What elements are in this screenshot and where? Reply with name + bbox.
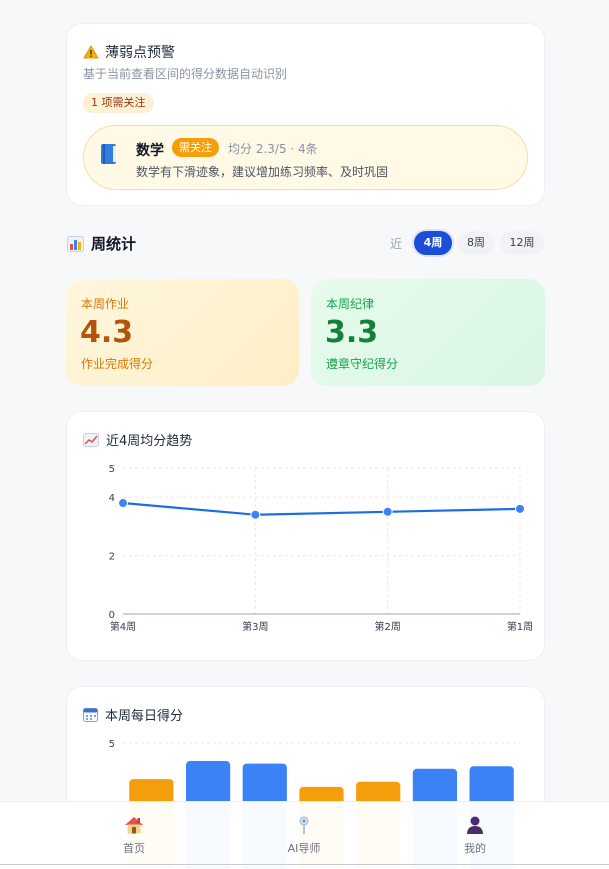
calendar-icon [83,708,98,722]
x-tick-label: 第2周 [374,620,400,633]
daily-chart-title: 本周每日得分 [105,709,184,724]
weak-subject-item[interactable]: 数学 需关注 均分 2.3/5 · 4条 数学有下滑迹象，建议增加练习频率、及时… [83,125,528,190]
nav-home-label: 首页 [123,842,145,855]
data-point [382,506,393,517]
bar-chart-icon [67,235,84,252]
nav-profile[interactable]: 我的 [435,814,515,856]
range-8-weeks-button[interactable]: 8周 [458,231,494,255]
nav-profile-label: 我的 [464,842,486,855]
weak-alert-card: 薄弱点预警 基于当前查看区间的得分数据自动识别 1 项需关注 数学 需关注 均分… [66,23,545,206]
discipline-label: 本周纪律 [326,297,375,311]
attention-tag: 需关注 [172,138,219,157]
homework-stat-card: 本周作业 4.3 作业完成得分 [66,279,299,386]
user-icon [467,816,483,834]
subject-name: 数学 [136,143,164,159]
weekly-stats-header: 周统计 [67,233,136,254]
subject-average: 均分 2.3/5 · 4条 [228,142,318,156]
warning-icon [83,45,99,59]
data-point [250,509,261,520]
trend-chart-icon [83,432,99,447]
y-tick-label: 2 [109,552,115,563]
x-tick-label: 第4周 [110,620,136,633]
range-4-weeks-button[interactable]: 4周 [414,231,452,255]
series-line [122,501,521,516]
y-tick-label: 5 [109,739,115,750]
range-12-weeks-button[interactable]: 12周 [500,231,544,255]
homework-caption: 作业完成得分 [81,357,154,371]
discipline-caption: 遵章守纪得分 [326,357,399,371]
nav-home[interactable]: 首页 [94,814,174,856]
trend-chart-header: 近4周均分趋势 [83,430,192,449]
weekly-stats-title: 周统计 [91,235,137,253]
weak-alert-title: 薄弱点预警 [105,45,175,61]
trend-chart-card: 0 2 4 5 第4周 第3周 第2周 第1周 近4周均分趋势 [66,411,545,661]
data-point [118,498,128,509]
x-tick-label: 第3周 [242,620,268,633]
discipline-score: 3.3 [325,315,379,350]
weak-alert-subtitle: 基于当前查看区间的得分数据自动识别 [83,67,288,81]
ai-tutor-icon [299,816,309,834]
nav-ai-tutor[interactable]: AI导师 [264,814,344,856]
book-icon [101,144,116,164]
discipline-stat-card: 本周纪律 3.3 遵章守纪得分 [311,279,545,386]
y-tick-label: 4 [109,493,115,504]
house-icon [125,817,143,834]
bottom-nav: 首页 AI导师 我的 [0,801,609,869]
trend-chart: 0 2 4 5 第4周 第3周 第2周 第1周 [109,464,534,633]
home-indicator [0,864,609,865]
y-tick-label: 0 [109,610,115,621]
attention-count-badge: 1 项需关注 [83,93,154,113]
nav-ai-tutor-label: AI导师 [287,842,321,855]
x-tick-label: 第1周 [507,620,533,633]
y-tick-label: 5 [109,464,115,475]
subject-advice: 数学有下滑迹象，建议增加练习频率、及时巩固 [136,165,389,179]
data-point [515,503,525,514]
weak-alert-header: 薄弱点预警 [83,42,175,62]
range-prefix-label: 近 [390,237,403,251]
trend-chart-title: 近4周均分趋势 [106,434,193,449]
homework-score: 4.3 [80,315,134,350]
daily-chart-header: 本周每日得分 [83,705,183,724]
homework-label: 本周作业 [81,297,130,311]
